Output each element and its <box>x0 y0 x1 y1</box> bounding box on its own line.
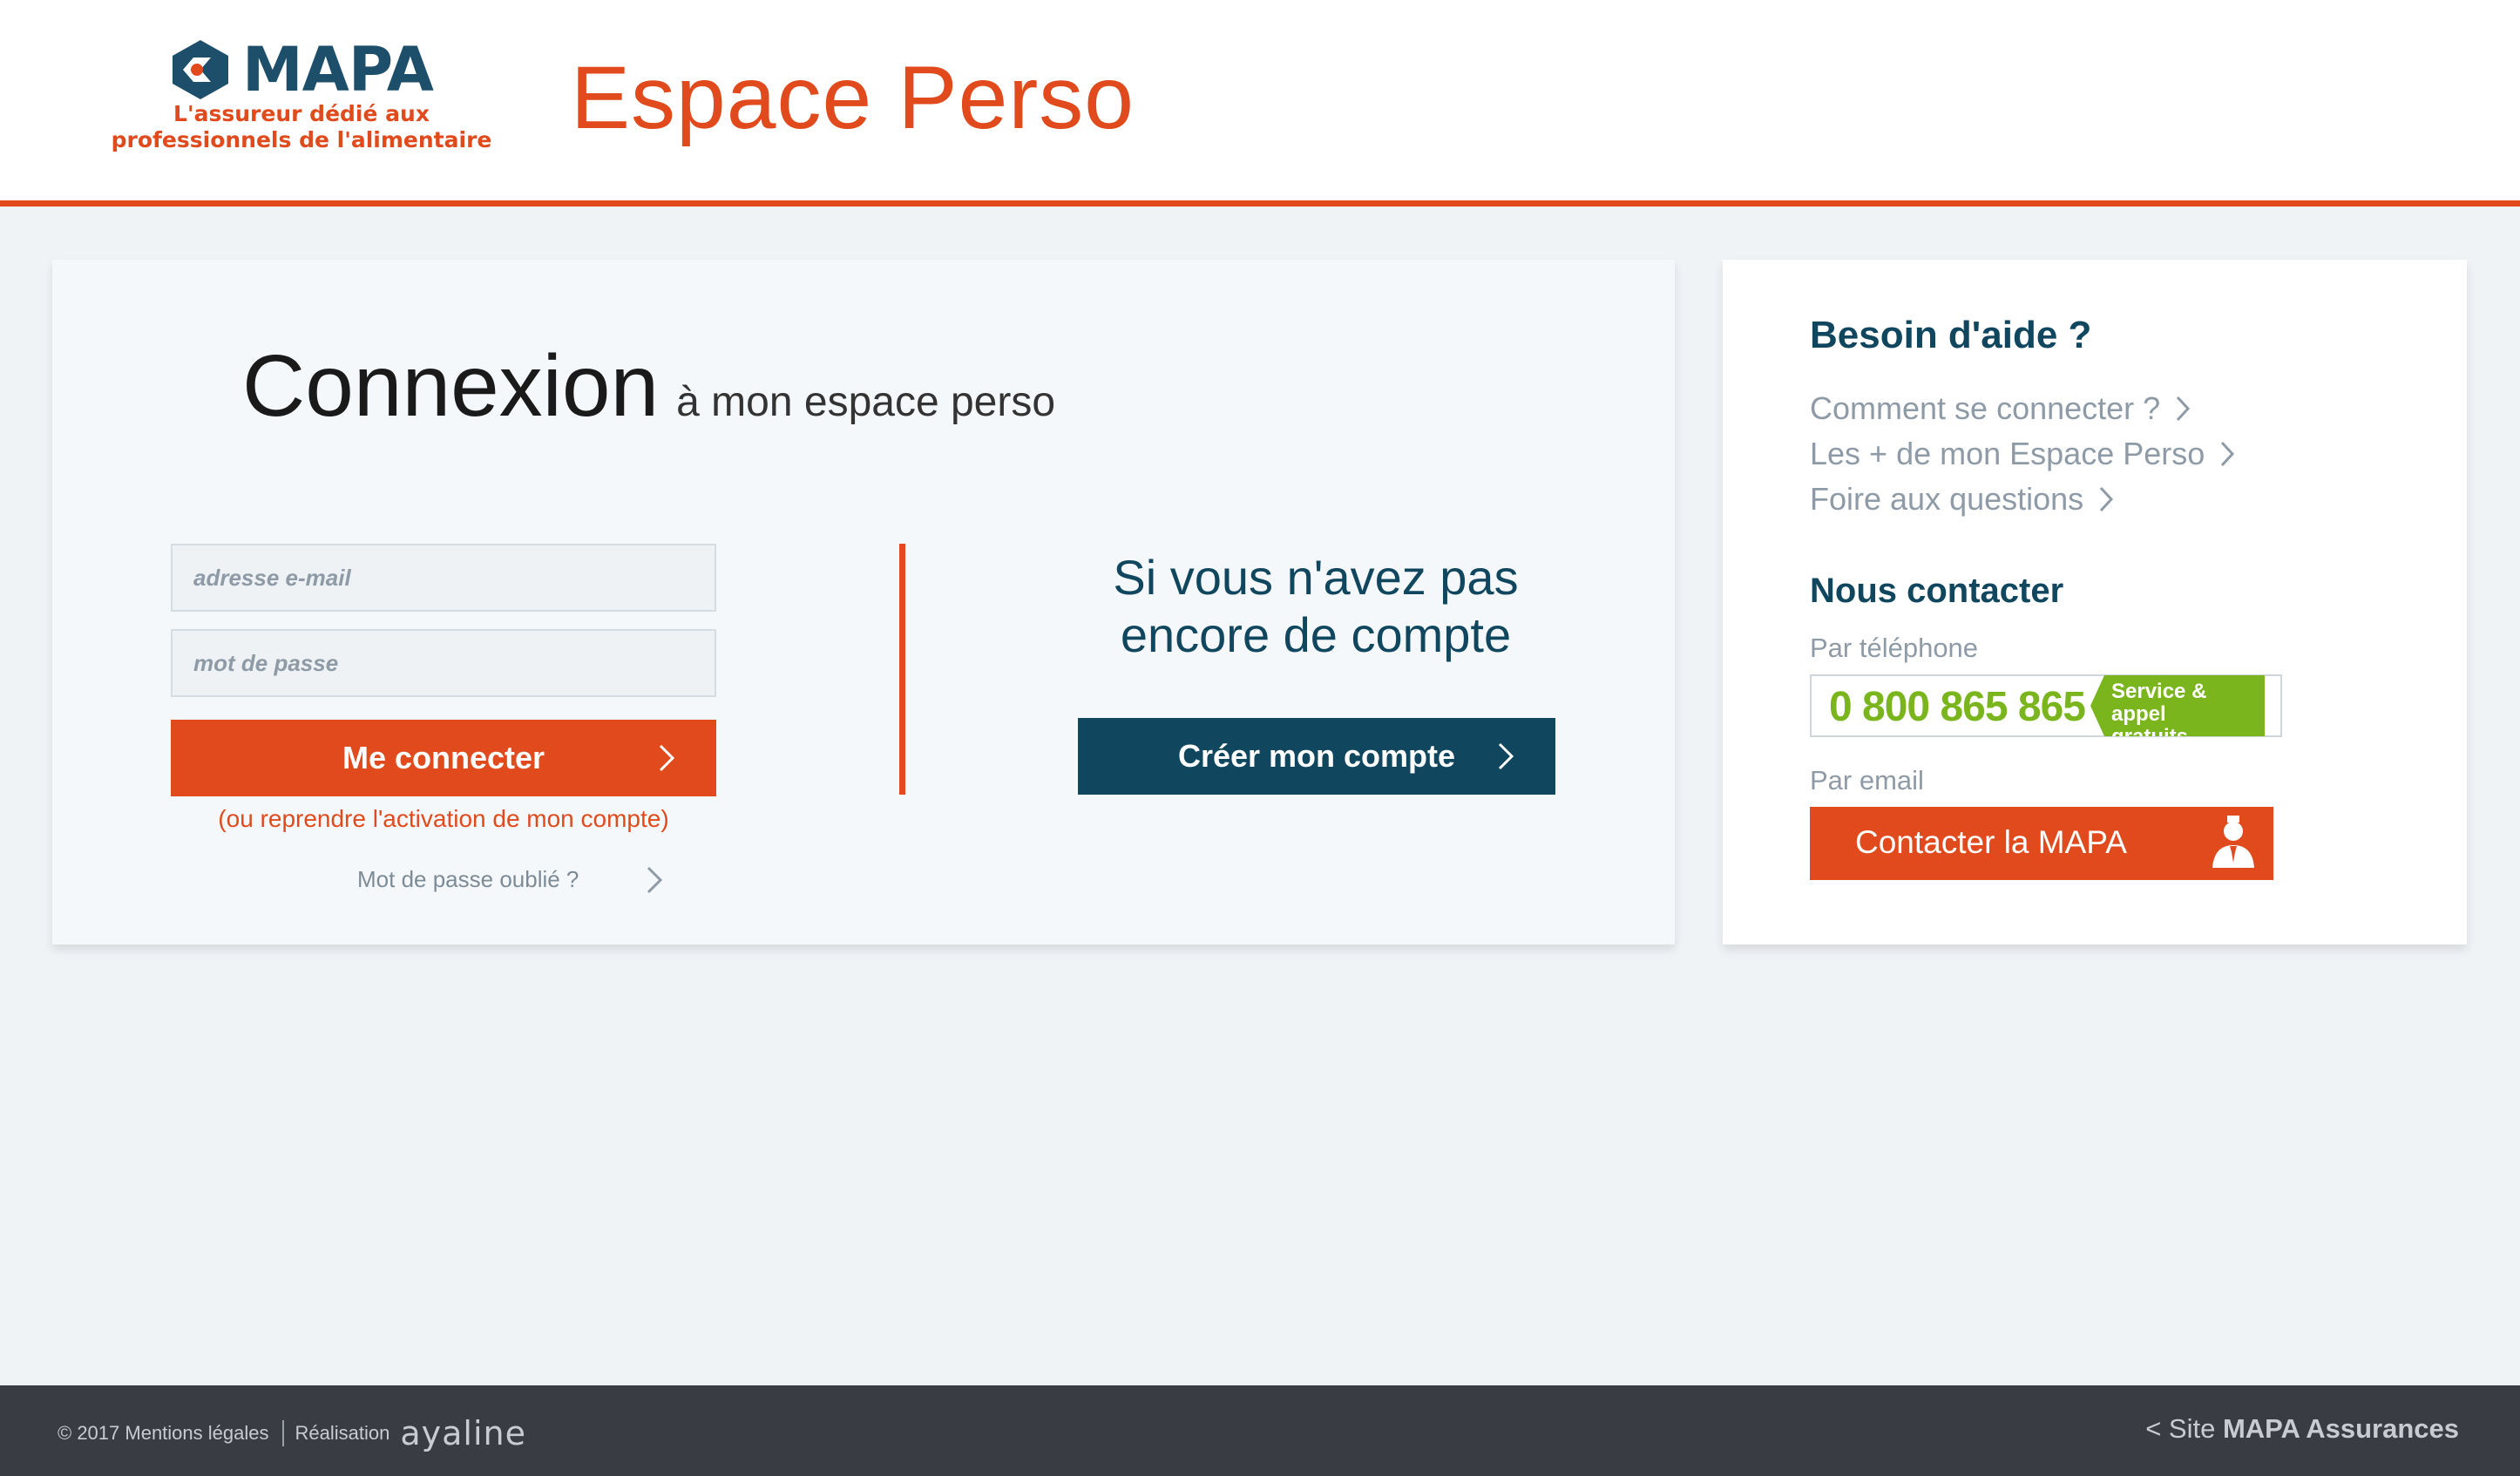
page-title: Espace Perso <box>571 48 1135 147</box>
login-heading: Connexion à mon espace perso <box>242 336 1055 437</box>
login-button[interactable]: Me connecter <box>171 720 716 796</box>
forgot-password-link[interactable]: Mot de passe oublié ? <box>357 864 723 901</box>
login-card: Connexion à mon espace perso Me connecter… <box>52 260 1675 945</box>
no-account-line-1: Si vous n'avez pas <box>1113 550 1519 605</box>
chevron-right-icon <box>2100 486 2114 512</box>
mapa-logo[interactable]: MAPA L'assureur dédié aux professionnels… <box>112 33 497 164</box>
help-link-label: Foire aux questions <box>1810 481 2084 517</box>
help-link-label: Les + de mon Espace Perso <box>1810 436 2205 471</box>
login-button-label: Me connecter <box>342 740 545 775</box>
header: MAPA L'assureur dédié aux professionnels… <box>0 0 2520 207</box>
chevron-right-icon <box>647 866 663 894</box>
footer-credits: © 2017 Mentions légales Réalisation ayal… <box>58 1417 526 1450</box>
phone-number: 0 800 865 865 <box>1829 684 2086 730</box>
contact-mapa-button[interactable]: Contacter la MAPA <box>1810 807 2273 880</box>
made-by-label: Réalisation <box>295 1422 390 1444</box>
free-call-badge-line-1: Service & appel <box>2111 680 2207 726</box>
logo-wordmark: MAPA <box>242 34 434 105</box>
chevron-right-icon <box>659 744 675 772</box>
forgot-password-label: Mot de passe oublié ? <box>357 866 579 892</box>
contact-title: Nous contacter <box>1810 572 2064 610</box>
login-heading-main: Connexion <box>242 337 660 435</box>
no-account-line-2: encore de compte <box>1120 607 1512 662</box>
phone-number-box[interactable]: 0 800 865 865 Service & appel gratuits <box>1810 674 2282 737</box>
free-call-badge-line-2: gratuits <box>2111 725 2189 748</box>
create-account-label: Créer mon compte <box>1177 738 1456 774</box>
agency-logo[interactable]: ayaline <box>400 1417 526 1450</box>
back-to-site-prefix: < Site <box>2145 1413 2223 1444</box>
free-call-badge: Service & appel gratuits <box>2090 675 2265 736</box>
help-title: Besoin d'aide ? <box>1810 314 2092 356</box>
by-phone-label: Par téléphone <box>1810 633 1979 663</box>
help-card: Besoin d'aide ? Comment se connecter ? L… <box>1723 260 2467 945</box>
email-input[interactable] <box>171 544 716 612</box>
back-to-site-name: MAPA Assurances <box>2222 1413 2459 1444</box>
logo-tagline: L'assureur dédié aux professionnels de l… <box>110 101 493 153</box>
no-account-text: Si vous n'avez pas encore de compte <box>1080 549 1551 664</box>
logo-tagline-line-1: L'assureur dédié aux <box>173 101 430 126</box>
resume-activation-link[interactable]: (ou reprendre l'activation de mon compte… <box>171 805 716 833</box>
help-link-benefits[interactable]: Les + de mon Espace Perso <box>1810 436 2236 472</box>
legal-notice-link[interactable]: © 2017 Mentions légales <box>58 1422 268 1445</box>
footer: © 2017 Mentions légales Réalisation ayal… <box>0 1385 2520 1476</box>
by-email-label: Par email <box>1810 765 1924 796</box>
back-to-site-link[interactable]: < Site MAPA Assurances <box>2145 1413 2459 1445</box>
login-heading-sub: à mon espace perso <box>676 379 1056 425</box>
footer-separator <box>282 1420 285 1446</box>
chevron-right-icon <box>1498 742 1514 770</box>
mapa-logo-icon <box>173 40 228 99</box>
create-account-button[interactable]: Créer mon compte <box>1078 718 1555 795</box>
logo-tagline-line-2: professionnels de l'alimentaire <box>111 127 492 152</box>
password-input[interactable] <box>171 629 716 697</box>
contact-mapa-label: Contacter la MAPA <box>1855 824 2127 860</box>
chevron-right-icon <box>2177 396 2191 422</box>
user-icon <box>2212 816 2254 868</box>
chevron-right-icon <box>2221 441 2235 467</box>
vertical-divider <box>899 544 905 795</box>
help-link-how-to-connect[interactable]: Comment se connecter ? <box>1810 390 2191 427</box>
help-link-label: Comment se connecter ? <box>1810 390 2161 426</box>
help-link-faq[interactable]: Foire aux questions <box>1810 481 2115 518</box>
